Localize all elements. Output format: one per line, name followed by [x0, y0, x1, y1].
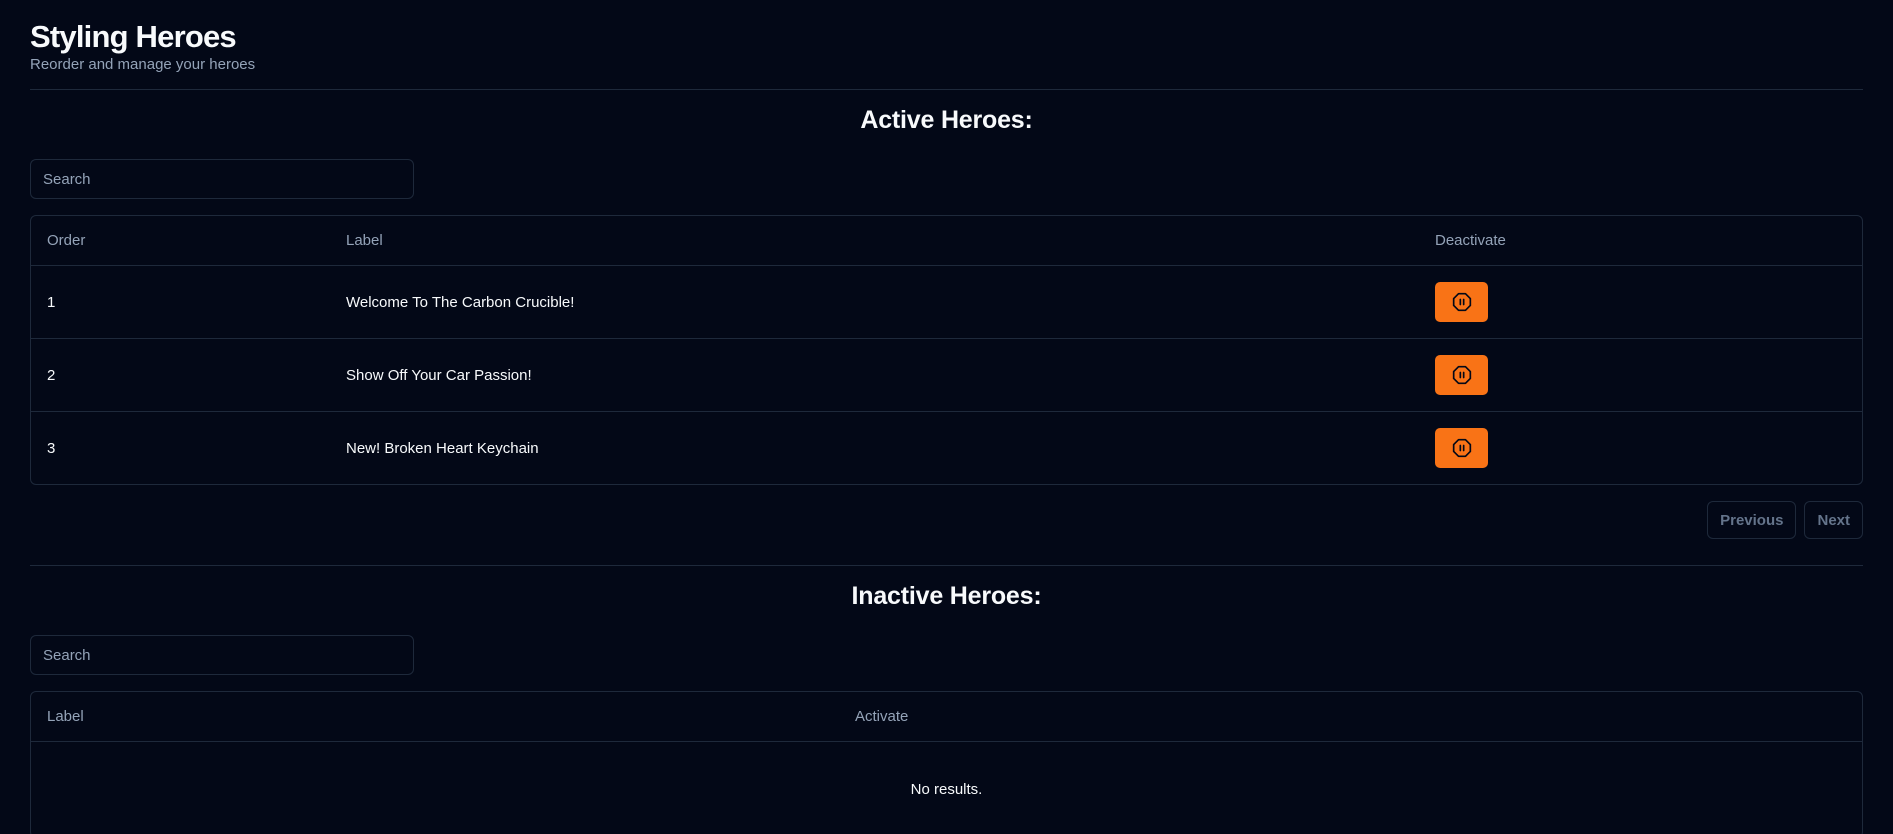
- row-label: New! Broken Heart Keychain: [346, 439, 539, 457]
- table-row[interactable]: 3 New! Broken Heart Keychain: [31, 411, 1862, 484]
- row-label: Welcome To The Carbon Crucible!: [346, 293, 575, 311]
- row-action-cell: [1419, 355, 1862, 395]
- active-search-box: [30, 159, 414, 199]
- column-header-order[interactable]: Order: [31, 232, 330, 249]
- inactive-search-input[interactable]: [43, 646, 401, 664]
- inactive-heroes-table: Label Activate No results.: [30, 691, 1863, 834]
- row-order: 3: [47, 439, 56, 457]
- inactive-search-box: [30, 635, 414, 675]
- section-divider: [30, 565, 1863, 566]
- row-action-cell: [1419, 282, 1862, 322]
- column-header-activate: Activate: [855, 708, 909, 725]
- column-header-label[interactable]: Label: [31, 708, 839, 725]
- column-header-label[interactable]: Label: [330, 232, 1419, 249]
- pause-octagon-icon: [1452, 438, 1471, 458]
- page-title: Styling Heroes: [30, 19, 237, 54]
- pause-octagon-icon: [1452, 292, 1471, 312]
- deactivate-button[interactable]: [1435, 355, 1488, 395]
- column-header-deactivate: Deactivate: [1435, 232, 1506, 249]
- table-row[interactable]: 1 Welcome To The Carbon Crucible!: [31, 265, 1862, 338]
- next-page-button[interactable]: Next: [1804, 501, 1863, 539]
- header-divider: [30, 89, 1863, 90]
- active-search-input[interactable]: [43, 170, 401, 188]
- deactivate-button[interactable]: [1435, 282, 1488, 322]
- row-order: 2: [47, 366, 56, 384]
- table-row[interactable]: 2 Show Off Your Car Passion!: [31, 338, 1862, 411]
- row-label: Show Off Your Car Passion!: [346, 366, 532, 384]
- active-heroes-title: Active Heroes:: [860, 106, 1033, 134]
- pagination: Previous Next: [30, 501, 1863, 539]
- row-order: 1: [47, 293, 56, 311]
- table-header-row: Order Label Deactivate: [31, 216, 1862, 265]
- previous-page-button[interactable]: Previous: [1707, 501, 1797, 539]
- pause-octagon-icon: [1452, 365, 1471, 385]
- deactivate-button[interactable]: [1435, 428, 1488, 468]
- table-header-row: Label Activate: [31, 692, 1862, 741]
- empty-state: No results.: [31, 741, 1862, 834]
- page: Styling Heroes Reorder and manage your h…: [0, 0, 1893, 834]
- page-header: Styling Heroes Reorder and manage your h…: [30, 0, 1863, 74]
- row-action-cell: [1419, 428, 1862, 468]
- page-subtitle: Reorder and manage your heroes: [30, 56, 256, 73]
- active-heroes-table: Order Label Deactivate 1 Welcome To The …: [30, 215, 1863, 485]
- inactive-heroes-title: Inactive Heroes:: [851, 582, 1042, 610]
